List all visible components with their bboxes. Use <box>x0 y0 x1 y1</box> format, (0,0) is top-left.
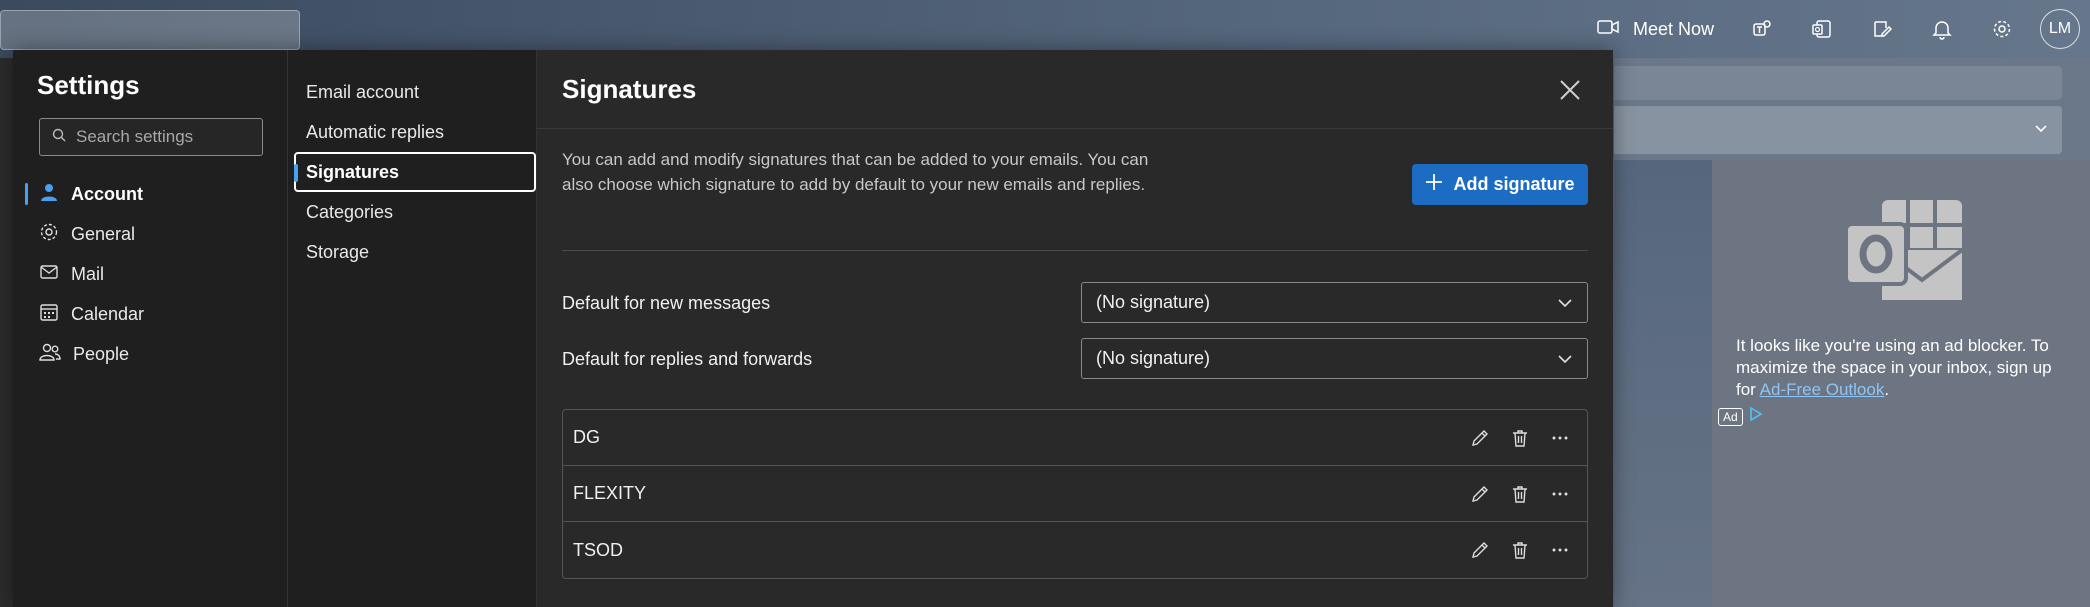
category-label: Mail <box>71 263 105 284</box>
add-signature-label: Add signature <box>1453 174 1575 194</box>
subnav-storage[interactable]: Storage <box>288 232 538 272</box>
signature-list: DG FLEXITY TSOD <box>562 409 1588 579</box>
bell-icon[interactable] <box>1912 0 1972 58</box>
default-reply-dropdown[interactable]: (No signature) <box>1081 338 1588 379</box>
ad-badge[interactable]: Ad <box>1718 406 1763 426</box>
category-label: People <box>73 343 130 364</box>
avatar[interactable]: LM <box>2040 9 2080 49</box>
plus-icon <box>1425 173 1443 196</box>
settings-title: Settings <box>37 70 140 100</box>
category-account[interactable]: Account <box>13 174 287 214</box>
outlook-icon[interactable] <box>1792 0 1852 58</box>
divider <box>562 250 1588 251</box>
default-new-label: Default for new messages <box>562 293 771 313</box>
video-camera-icon <box>1597 19 1619 40</box>
compose-note-icon[interactable] <box>1852 0 1912 58</box>
outlook-logo-icon <box>1842 196 1972 311</box>
account-subnav: Email account Automatic replies Signatur… <box>288 72 538 272</box>
close-button[interactable] <box>1555 75 1585 105</box>
teams-icon[interactable] <box>1732 0 1792 58</box>
category-label: Calendar <box>71 303 145 324</box>
settings-category-pane: Settings Account General <box>13 50 287 607</box>
adchoices-icon <box>1749 406 1763 426</box>
meet-now-button[interactable]: Meet Now <box>1597 0 1732 58</box>
bg-dropdown-strip[interactable] <box>1614 106 2062 154</box>
more-options-icon[interactable] <box>1545 479 1575 509</box>
ad-text-end: . <box>1884 380 1890 399</box>
edit-pencil-icon[interactable] <box>1465 423 1495 453</box>
signature-actions <box>1465 423 1575 453</box>
default-reply-value: (No signature) <box>1096 348 1211 368</box>
close-icon <box>1555 80 1585 109</box>
chevron-down-icon <box>1557 348 1573 369</box>
category-general[interactable]: General <box>13 214 287 254</box>
list-item[interactable]: DG <box>563 410 1587 466</box>
settings-subnav-pane: Email account Automatic replies Signatur… <box>287 50 537 607</box>
subnav-signatures[interactable]: Signatures <box>294 152 536 192</box>
bg-strip <box>1614 66 2062 100</box>
page-title: Signatures <box>562 74 697 104</box>
subnav-automatic-replies[interactable]: Automatic replies <box>288 112 538 152</box>
avatar-initials: LM <box>2048 20 2072 37</box>
category-mail[interactable]: Mail <box>13 254 287 294</box>
delete-trash-icon[interactable] <box>1505 423 1535 453</box>
calendar-icon <box>39 302 59 327</box>
default-reply-label: Default for replies and forwards <box>562 349 813 369</box>
signature-name: FLEXITY <box>573 483 647 503</box>
signature-name: TSOD <box>573 539 624 560</box>
person-icon <box>39 182 59 207</box>
signatures-description: You can add and modify signatures that c… <box>562 150 1149 194</box>
signatures-content-pane: Signatures You can add and modify signat… <box>537 50 1613 607</box>
add-signature-button[interactable]: Add signature <box>1412 164 1588 205</box>
edit-pencil-icon[interactable] <box>1465 535 1495 565</box>
category-calendar[interactable]: Calendar <box>13 294 287 334</box>
signature-actions <box>1465 479 1575 509</box>
delete-trash-icon[interactable] <box>1505 535 1535 565</box>
list-item[interactable]: FLEXITY <box>563 466 1587 522</box>
search-settings-box[interactable] <box>39 118 263 156</box>
signature-actions <box>1465 535 1575 565</box>
settings-categories: Account General Mail Calendar People <box>13 174 287 374</box>
top-actions: Meet Now LM <box>1597 0 2090 58</box>
ad-tag: Ad <box>1718 407 1743 426</box>
ad-blocker-message: It looks like you're using an ad blocker… <box>1736 335 2076 401</box>
subnav-categories[interactable]: Categories <box>288 192 538 232</box>
default-new-dropdown[interactable]: (No signature) <box>1081 282 1588 323</box>
bg-message-list <box>0 58 13 607</box>
ad-panel: It looks like you're using an ad blocker… <box>1712 160 2090 607</box>
subnav-email-account[interactable]: Email account <box>288 72 538 112</box>
chevron-down-icon <box>1557 292 1573 313</box>
gear-icon <box>39 222 59 247</box>
edit-pencil-icon[interactable] <box>1465 479 1495 509</box>
settings-dialog: Settings Account General <box>13 50 1613 607</box>
people-icon <box>39 342 61 367</box>
mail-icon <box>39 262 59 287</box>
delete-trash-icon[interactable] <box>1505 479 1535 509</box>
category-people[interactable]: People <box>13 334 287 374</box>
more-options-icon[interactable] <box>1545 535 1575 565</box>
category-label: General <box>71 223 136 244</box>
signature-name: DG <box>573 427 600 447</box>
header-divider <box>537 128 1613 129</box>
ad-free-outlook-link[interactable]: Ad-Free Outlook <box>1760 380 1885 399</box>
more-options-icon[interactable] <box>1545 423 1575 453</box>
gear-icon[interactable] <box>1972 0 2032 58</box>
bg-reading-pane <box>1614 160 1712 607</box>
search-icon <box>52 128 66 147</box>
list-item[interactable]: TSOD <box>563 522 1587 578</box>
top-search-box[interactable] <box>0 10 300 50</box>
meet-now-label: Meet Now <box>1632 18 1714 39</box>
default-new-value: (No signature) <box>1096 292 1211 312</box>
search-settings-input[interactable] <box>76 127 256 147</box>
category-label: Account <box>71 183 143 204</box>
chevron-down-icon <box>2034 120 2048 138</box>
